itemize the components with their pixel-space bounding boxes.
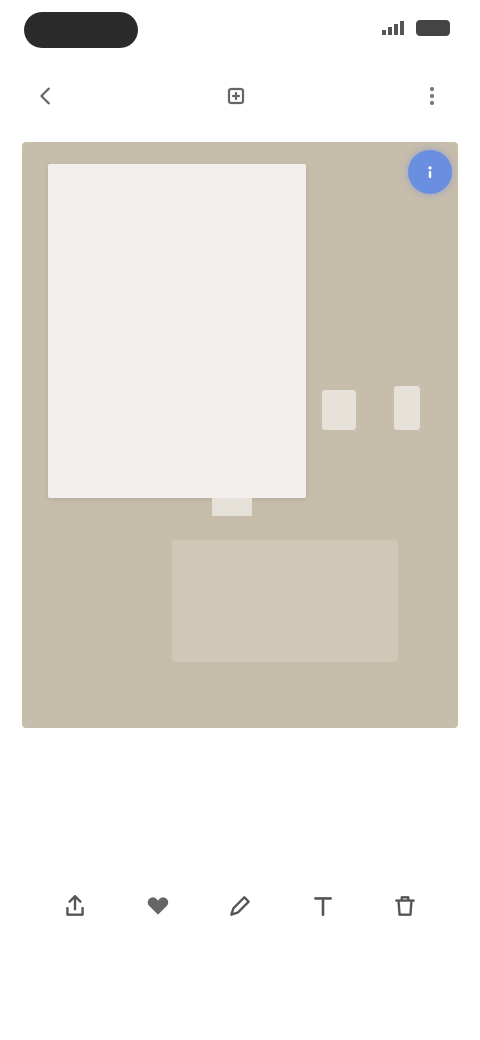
more-button[interactable] (414, 78, 450, 114)
photo-canvas[interactable] (22, 142, 458, 728)
battery-icon (416, 20, 450, 36)
info-icon (428, 166, 432, 178)
delete-button[interactable] (370, 888, 440, 978)
status-icons (382, 20, 450, 36)
edit-button[interactable] (218, 78, 254, 114)
paper-tab (212, 498, 252, 516)
edit-action-button[interactable] (205, 888, 275, 978)
text-icon (305, 888, 341, 924)
edit-icon (227, 87, 245, 105)
share-button[interactable] (40, 888, 110, 978)
paper-region (48, 164, 306, 498)
favorite-icon (140, 888, 176, 924)
photo-mark-2 (394, 386, 420, 430)
lower-panel (172, 540, 398, 662)
favorite-button[interactable] (123, 888, 193, 978)
text-button[interactable] (288, 888, 358, 978)
edit-icon (222, 888, 258, 924)
info-badge-button[interactable] (408, 150, 452, 194)
photo-mark-1 (322, 390, 356, 430)
signal-icon (382, 21, 408, 35)
status-time-pill (24, 12, 138, 48)
status-bar (0, 0, 480, 64)
bottom-action-bar (40, 888, 440, 978)
back-button[interactable] (28, 78, 64, 114)
share-icon (57, 888, 93, 924)
delete-icon (387, 888, 423, 924)
more-icon (430, 87, 434, 105)
top-toolbar (0, 70, 480, 120)
back-arrow-icon (40, 87, 50, 105)
